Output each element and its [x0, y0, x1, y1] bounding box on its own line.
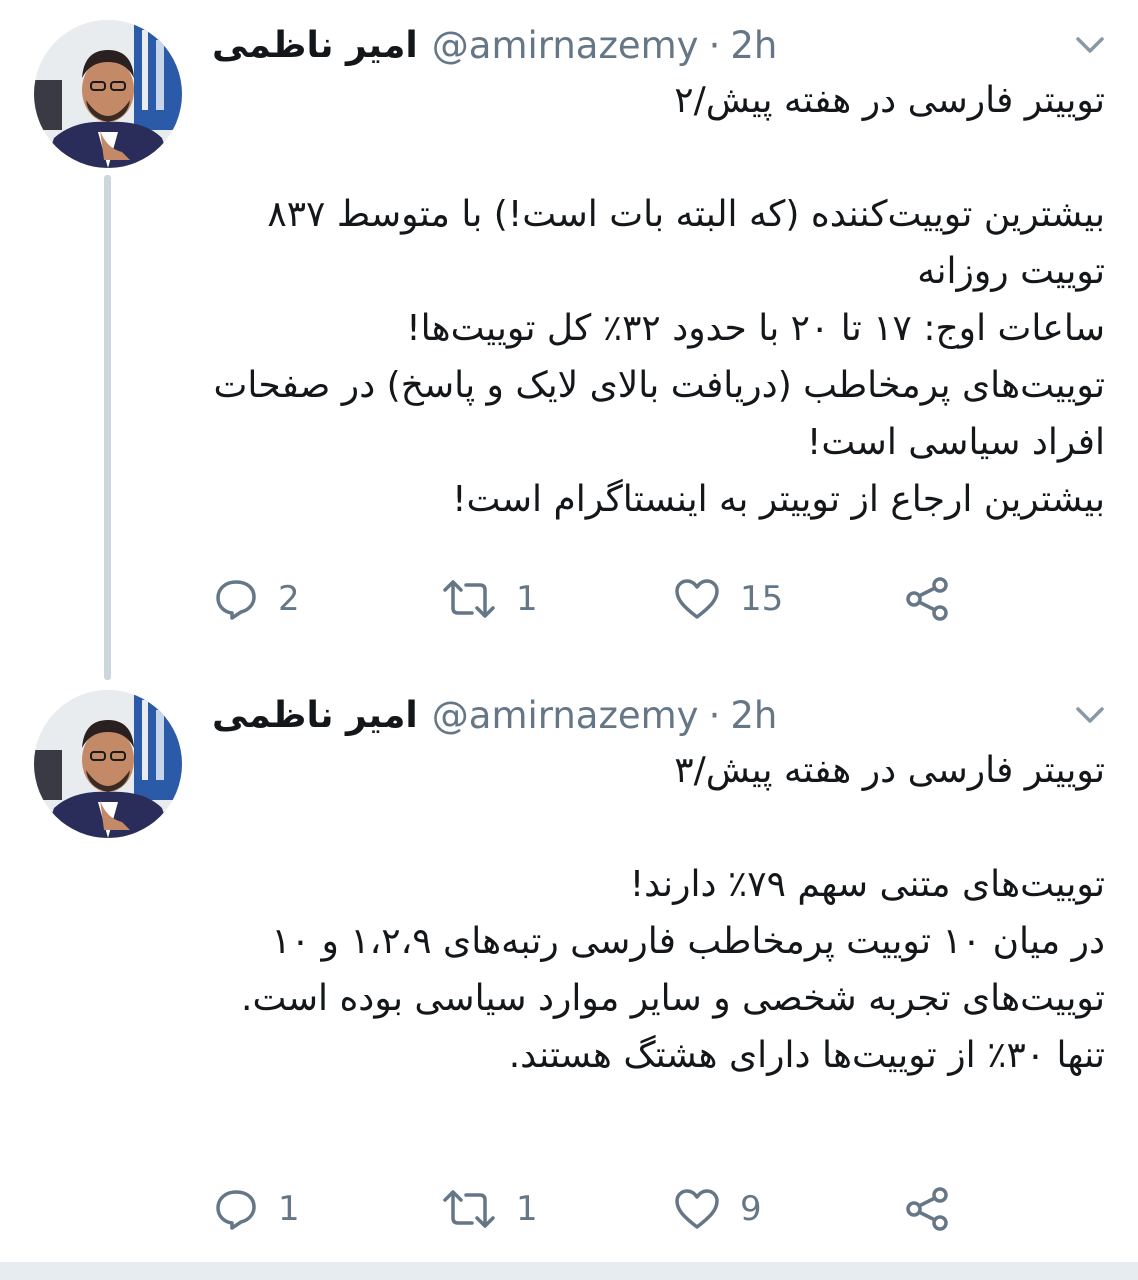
reply-count: 2	[278, 579, 300, 619]
tweet-text: توییتر فارسی در هفته پیش/۲ بیشترین توییت…	[213, 80, 1105, 520]
avatar[interactable]	[34, 20, 182, 168]
like-count: 9	[740, 1189, 762, 1229]
retweet-count: 1	[516, 579, 538, 619]
tweet-timestamp[interactable]: 2h	[730, 694, 777, 737]
retweet-button[interactable]: 1	[442, 569, 538, 629]
tweet-timestamp[interactable]: 2h	[730, 24, 777, 67]
avatar-photo	[34, 20, 182, 168]
tweet-actions: 2 1 15	[214, 569, 974, 629]
separator-dot: ·	[708, 23, 721, 67]
share-button[interactable]	[904, 569, 950, 629]
heart-icon	[675, 579, 719, 619]
user-handle[interactable]: @amirnazemy	[432, 694, 699, 737]
heart-icon	[675, 1189, 719, 1229]
tweet[interactable]: امیر ناظمی @amirnazemy · 2h توییتر فارسی…	[0, 0, 1138, 670]
avatar-photo	[34, 690, 182, 838]
chevron-down-icon[interactable]	[1070, 700, 1110, 730]
separator-dot: ·	[708, 693, 721, 737]
share-button[interactable]	[904, 1179, 950, 1239]
chevron-down-icon[interactable]	[1070, 30, 1110, 60]
retweet-count: 1	[516, 1189, 538, 1229]
like-count: 15	[740, 579, 784, 619]
tweet-header: امیر ناظمی @amirnazemy · 2h	[212, 18, 777, 72]
retweet-button[interactable]: 1	[442, 1179, 538, 1239]
reply-button[interactable]: 2	[214, 569, 300, 629]
bottom-divider	[0, 1262, 1138, 1280]
user-handle[interactable]: @amirnazemy	[432, 24, 699, 67]
like-button[interactable]: 15	[674, 569, 783, 629]
retweet-icon	[443, 1190, 495, 1228]
tweet[interactable]: امیر ناظمی @amirnazemy · 2h توییتر فارسی…	[0, 670, 1138, 1255]
reply-count: 1	[278, 1189, 300, 1229]
share-icon	[906, 1187, 948, 1231]
like-button[interactable]: 9	[674, 1179, 762, 1239]
tweet-text: توییتر فارسی در هفته پیش/۳ توییت‌های متن…	[241, 750, 1105, 1076]
tweet-header: امیر ناظمی @amirnazemy · 2h	[212, 688, 777, 742]
reply-icon	[216, 580, 256, 620]
retweet-icon	[443, 580, 495, 618]
reply-icon	[216, 1190, 256, 1230]
tweet-thread: امیر ناظمی @amirnazemy · 2h توییتر فارسی…	[0, 0, 1138, 1280]
display-name[interactable]: امیر ناظمی	[212, 25, 418, 66]
share-icon	[906, 577, 948, 621]
display-name[interactable]: امیر ناظمی	[212, 695, 418, 736]
tweet-actions: 1 1 9	[214, 1179, 974, 1239]
avatar[interactable]	[34, 690, 182, 838]
reply-button[interactable]: 1	[214, 1179, 300, 1239]
